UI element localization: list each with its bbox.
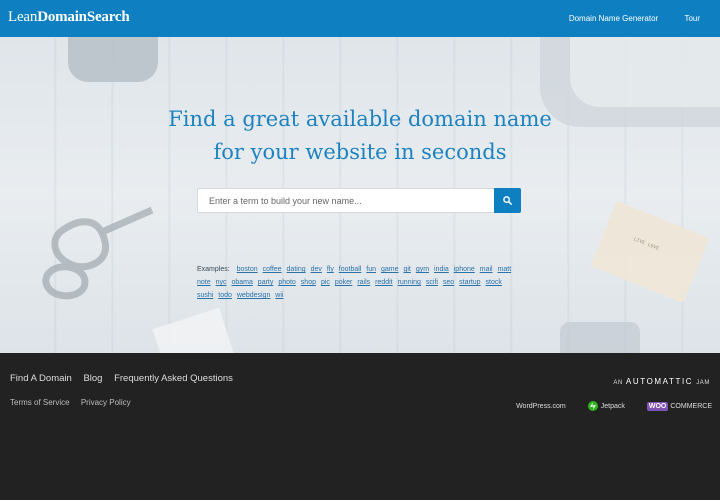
example-link[interactable]: shop: [301, 279, 316, 286]
nav-tour[interactable]: Tour: [684, 14, 700, 23]
search-button[interactable]: [494, 188, 521, 213]
footer-link-terms[interactable]: Terms of Service: [10, 398, 70, 407]
page-headline: Find a great available domain name for y…: [0, 103, 720, 169]
site-header: LeanDomainSearch Domain Name Generator T…: [0, 0, 720, 37]
laptop-screen-decoration: [570, 37, 720, 107]
example-link[interactable]: mail: [480, 266, 493, 273]
example-link[interactable]: gym: [416, 266, 429, 273]
jetpack-link[interactable]: Jetpack: [587, 401, 625, 411]
footer-link-faq[interactable]: Frequently Asked Questions: [114, 373, 233, 384]
example-link[interactable]: game: [381, 266, 399, 273]
footer-secondary-links: Terms of Service Privacy Policy: [10, 398, 140, 407]
jam-suffix: JAM: [696, 380, 710, 386]
search-icon: [503, 196, 512, 205]
example-link[interactable]: india: [434, 266, 449, 273]
site-footer: Find A Domain Blog Frequently Asked Ques…: [0, 353, 720, 500]
jam-prefix: AN: [613, 380, 623, 386]
examples-label: Examples:: [197, 266, 230, 273]
example-link[interactable]: fun: [366, 266, 376, 273]
example-link[interactable]: obama: [231, 279, 252, 286]
example-link[interactable]: fly: [327, 266, 334, 273]
logo-bold-text: DomainSearch: [37, 9, 130, 25]
example-link[interactable]: dating: [287, 266, 306, 273]
search-input[interactable]: [198, 189, 494, 212]
card-text: LIVE LOVE: [632, 236, 660, 252]
woo-badge: WOO: [646, 401, 669, 411]
examples-list: Examples: boston coffee dating dev fly f…: [197, 263, 517, 302]
footer-link-privacy[interactable]: Privacy Policy: [81, 398, 131, 407]
footer-link-blog[interactable]: Blog: [83, 373, 102, 384]
example-link[interactable]: sushi: [197, 292, 213, 299]
example-link[interactable]: seo: [443, 279, 454, 286]
footer-primary-links: Find A Domain Blog Frequently Asked Ques…: [10, 373, 242, 384]
footer-link-find-a-domain[interactable]: Find A Domain: [10, 373, 72, 384]
headline-line-2: for your website in seconds: [213, 140, 507, 164]
example-link[interactable]: startup: [459, 279, 480, 286]
wordpress-link[interactable]: WordPress.com: [516, 403, 566, 410]
example-link[interactable]: note: [197, 279, 211, 286]
example-link[interactable]: coffee: [263, 266, 282, 273]
example-link[interactable]: nyc: [216, 279, 227, 286]
glasses-decoration: [42, 206, 154, 300]
automattic-logo-text: AUTOMATTIC: [625, 377, 694, 386]
camera-decoration: [560, 322, 640, 353]
site-logo[interactable]: LeanDomainSearch: [8, 9, 130, 26]
example-link[interactable]: todo: [218, 292, 232, 299]
example-link[interactable]: iphone: [454, 266, 475, 273]
example-link[interactable]: stock: [486, 279, 502, 286]
logo-light-text: Lean: [8, 9, 38, 25]
woocommerce-label: COMMERCE: [670, 402, 712, 410]
example-link[interactable]: boston: [237, 266, 258, 273]
partner-brands: WordPress.com Jetpack WOO COMMERCE: [494, 401, 712, 411]
automattic-jam-credit[interactable]: AN AUTOMATTIC JAM: [613, 377, 710, 386]
example-link[interactable]: matt: [498, 266, 512, 273]
paper-decoration: [152, 307, 238, 353]
example-link[interactable]: football: [339, 266, 362, 273]
top-nav: Domain Name Generator Tour: [545, 14, 700, 23]
device-decoration: [68, 37, 158, 82]
search-box: [197, 188, 521, 213]
example-link[interactable]: photo: [278, 279, 296, 286]
card-decoration: LIVE LOVE: [590, 200, 710, 304]
example-link[interactable]: webdesign: [237, 292, 270, 299]
headline-line-1: Find a great available domain name: [168, 107, 552, 131]
woocommerce-link[interactable]: WOO COMMERCE: [646, 401, 712, 411]
example-link[interactable]: poker: [335, 279, 353, 286]
example-link[interactable]: pic: [321, 279, 330, 286]
example-link[interactable]: running: [398, 279, 421, 286]
hero-section: LIVE LOVE Find a great available domain …: [0, 37, 720, 353]
wordpress-label: WordPress.com: [516, 402, 566, 410]
example-link[interactable]: party: [258, 279, 274, 286]
example-link[interactable]: scifi: [426, 279, 438, 286]
nav-domain-name-generator[interactable]: Domain Name Generator: [569, 14, 658, 23]
jetpack-icon: [587, 401, 598, 411]
example-link[interactable]: rails: [357, 279, 370, 286]
example-link[interactable]: reddit: [375, 279, 393, 286]
example-link[interactable]: git: [403, 266, 410, 273]
example-link[interactable]: dev: [311, 266, 322, 273]
jetpack-label: Jetpack: [600, 402, 625, 410]
example-link[interactable]: wii: [275, 292, 283, 299]
